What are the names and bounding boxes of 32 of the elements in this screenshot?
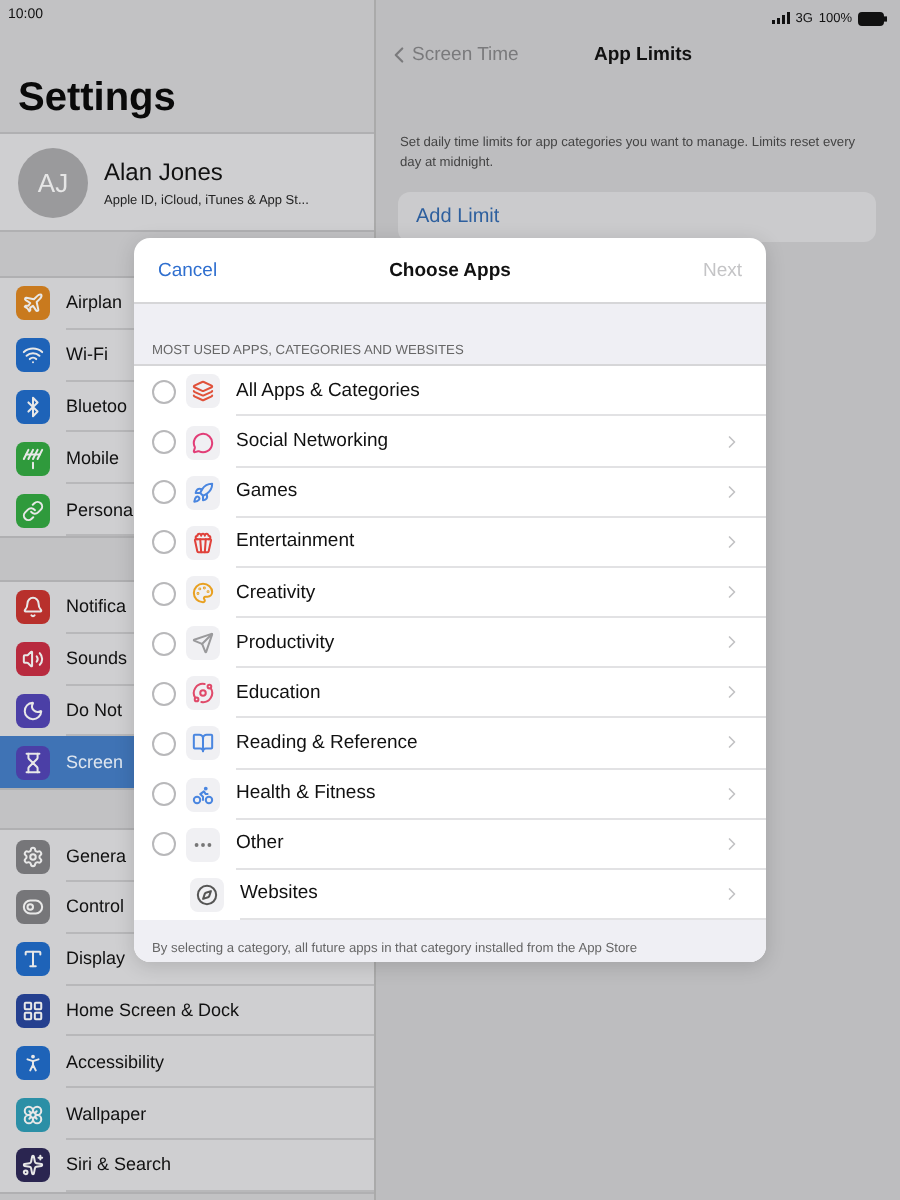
category-label: Websites: [240, 882, 318, 905]
profile-name: Alan Jones: [104, 157, 225, 185]
category-label: Reading & Reference: [236, 731, 418, 754]
category-label: Games: [236, 480, 298, 503]
item-label: Genera: [66, 845, 127, 866]
settings-title: Settings: [18, 76, 178, 124]
item-label: Airplan: [66, 292, 123, 313]
dialog-title: Choose Apps: [389, 259, 511, 281]
category-label: Social Networking: [236, 430, 389, 453]
category-label: Health & Fitness: [236, 782, 376, 805]
item-label: Control: [66, 896, 125, 917]
item-label: Display: [66, 948, 126, 969]
item-label: Bluetoo: [66, 395, 128, 416]
item-label: Siri & Search: [66, 1154, 172, 1175]
avatar: AJ: [18, 147, 88, 217]
category-label: Productivity: [236, 631, 335, 654]
item-label: Wi-Fi: [66, 344, 108, 365]
category-label: Entertainment: [236, 530, 355, 553]
category-label: Education: [236, 681, 321, 704]
item-label: Sounds: [66, 648, 128, 669]
item-label: Wallpaper: [66, 1103, 147, 1124]
item-label: Do Not: [66, 699, 123, 720]
item-label: Mobile: [66, 447, 120, 468]
category-label: All Apps & Categories: [236, 379, 420, 402]
item-label: Notifica: [66, 596, 127, 617]
item-label: Persona: [66, 499, 134, 520]
page-title: App Limits: [593, 43, 693, 65]
item-label: Accessibility: [66, 1051, 165, 1072]
category-label: Creativity: [236, 581, 316, 603]
category-label: Other: [236, 832, 284, 855]
item-label: Screen: [66, 752, 124, 773]
item-label: Home Screen & Dock: [66, 999, 240, 1020]
